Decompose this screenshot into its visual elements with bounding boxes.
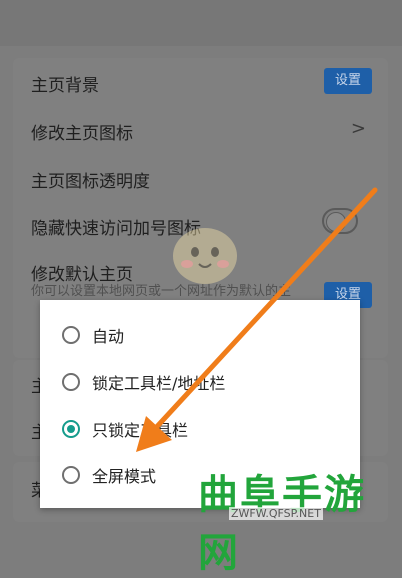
arrow-icon [136, 187, 378, 452]
watermark-logo: 曲阜手游网 [198, 471, 366, 576]
watermark-url: ZWFW.QFSP.NET [229, 507, 323, 520]
